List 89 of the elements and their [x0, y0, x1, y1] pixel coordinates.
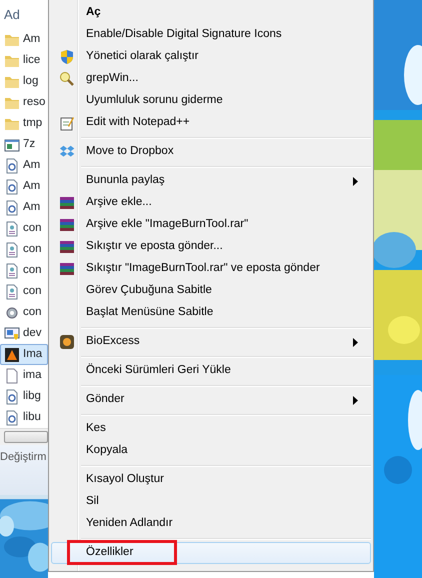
menu-item[interactable]: Move to Dropbox	[51, 141, 371, 163]
file-row[interactable]: Am	[0, 176, 48, 197]
file-name: ima	[23, 368, 42, 383]
page-icon	[4, 284, 20, 300]
scrollbar-thumb[interactable]	[4, 431, 48, 443]
file-row[interactable]: Ima	[0, 344, 48, 365]
menu-item[interactable]: Sil	[51, 491, 371, 513]
books-icon	[59, 261, 75, 277]
menu-item[interactable]: grepWin...	[51, 68, 371, 90]
file-name: con	[23, 220, 42, 236]
file-name: log	[23, 74, 38, 89]
menu-item[interactable]: Arşive ekle "ImageBurnTool.rar"	[51, 214, 371, 236]
file-row[interactable]: libu	[0, 407, 48, 428]
file-row[interactable]: lice	[0, 50, 48, 71]
file-name: dev	[23, 326, 42, 341]
gear-page-icon	[4, 388, 20, 404]
file-name: reso	[23, 94, 46, 110]
menu-item[interactable]: Görev Çubuğuna Sabitle	[51, 280, 371, 302]
file-name: Am	[23, 200, 40, 215]
bio-icon	[59, 334, 75, 350]
file-name: con	[23, 242, 42, 257]
file-row[interactable]: con	[0, 218, 48, 239]
blank-page-icon	[4, 368, 20, 384]
submenu-arrow-icon	[353, 177, 358, 186]
magnifier-icon	[59, 71, 75, 87]
file-row[interactable]: log	[0, 71, 48, 92]
menu-item[interactable]: Yeniden Adlandır	[51, 513, 371, 535]
file-row[interactable]: ima	[0, 365, 48, 386]
installer-icon	[4, 326, 20, 342]
menu-item[interactable]: Sıkıştır "ImageBurnTool.rar" ve eposta gönder	[51, 258, 371, 280]
gear-page-icon	[4, 410, 20, 426]
gear-page-icon	[4, 200, 20, 216]
menu-item[interactable]: Bununla paylaş	[51, 170, 371, 192]
books-icon	[59, 217, 75, 233]
gear-page-icon	[4, 178, 20, 194]
menu-item[interactable]: Sıkıştır ve eposta gönder...	[51, 236, 371, 258]
gear-icon	[4, 304, 20, 320]
books-icon	[59, 195, 75, 211]
file-row[interactable]: con	[0, 281, 48, 302]
file-name: 7z	[23, 136, 36, 152]
file-row[interactable]: dev	[0, 323, 48, 344]
file-row[interactable]: Am	[0, 29, 48, 50]
notepad-icon	[59, 115, 75, 131]
menu-item[interactable]: Kopyala	[51, 440, 371, 462]
file-name: Am	[23, 158, 40, 173]
file-name: con	[23, 262, 42, 278]
file-name: con	[23, 304, 42, 320]
file-row[interactable]: Am	[0, 197, 48, 218]
menu-item[interactable]: Başlat Menüsüne Sabitle	[51, 302, 371, 324]
file-name: lice	[23, 52, 40, 68]
column-header[interactable]: Ad	[0, 0, 48, 29]
menu-item[interactable]: Önceki Sürümleri Geri Yükle	[51, 360, 371, 382]
menu-item[interactable]: Arşive ekle...	[51, 192, 371, 214]
file-name: libu	[23, 410, 41, 425]
menu-item[interactable]: BioExcess	[51, 331, 371, 353]
submenu-arrow-icon	[353, 396, 358, 405]
file-row[interactable]: con	[0, 260, 48, 281]
menu-item[interactable]: Uyumluluk sorunu giderme	[51, 90, 371, 112]
page-icon	[4, 242, 20, 258]
window-icon	[4, 136, 20, 152]
file-name: libg	[23, 388, 41, 404]
file-row[interactable]: libg	[0, 386, 48, 407]
submenu-arrow-icon	[353, 338, 358, 347]
menu-item[interactable]: Aç	[51, 2, 371, 24]
menu-item[interactable]: Enable/Disable Digital Signature Icons	[51, 24, 371, 46]
file-row[interactable]: reso	[0, 92, 48, 113]
file-name: Am	[23, 178, 40, 194]
menu-item[interactable]: Özellikler	[51, 542, 371, 564]
books-icon	[59, 239, 75, 255]
menu-item[interactable]: Kısayol Oluştur	[51, 469, 371, 491]
menu-item[interactable]: Yönetici olarak çalıştır	[51, 46, 371, 68]
file-row[interactable]: Am	[0, 155, 48, 176]
file-name: con	[23, 284, 42, 299]
file-row[interactable]: tmp	[0, 113, 48, 134]
file-row[interactable]: con	[0, 302, 48, 323]
file-row[interactable]: 7z	[0, 134, 48, 155]
page-icon	[4, 220, 20, 236]
status-text: Değiştirm	[0, 451, 46, 463]
file-row[interactable]: con	[0, 239, 48, 260]
file-name: Am	[23, 32, 40, 47]
app-icon	[4, 346, 20, 362]
menu-item[interactable]: Edit with Notepad++	[51, 112, 371, 134]
file-name: Ima	[23, 346, 42, 362]
menu-item[interactable]: Kes	[51, 418, 371, 440]
shield-icon	[59, 49, 75, 65]
page-icon	[4, 262, 20, 278]
menu-item[interactable]: Gönder	[51, 389, 371, 411]
gear-page-icon	[4, 158, 20, 174]
file-name: tmp	[23, 116, 42, 131]
